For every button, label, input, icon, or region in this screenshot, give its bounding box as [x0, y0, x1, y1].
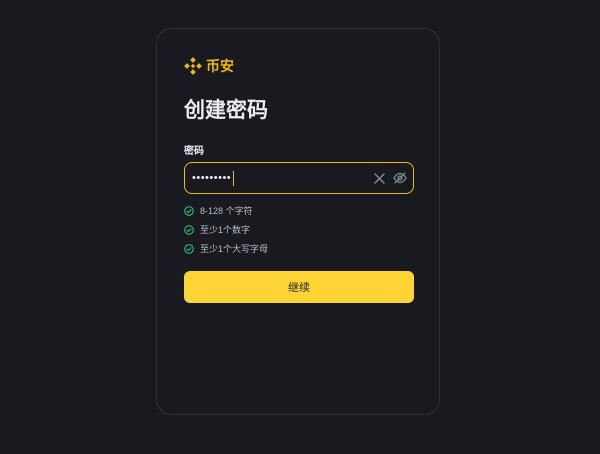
requirement-text: 至少1个数字 [200, 225, 251, 235]
page-title: 创建密码 [184, 99, 268, 122]
requirement-length: 8-128 个字符 [184, 205, 268, 217]
password-input[interactable]: ••••••••• [184, 162, 414, 194]
brand-name: 币安 [206, 58, 234, 74]
requirement-text: 8-128 个字符 [200, 206, 253, 216]
requirement-number: 至少1个数字 [184, 224, 268, 236]
requirement-uppercase: 至少1个大写字母 [184, 243, 268, 255]
password-masked-text: ••••••••• [192, 172, 232, 184]
password-value[interactable]: ••••••••• [192, 163, 235, 193]
check-circle-icon [184, 225, 194, 235]
password-label: 密码 [184, 146, 204, 157]
binance-logo: 币安 [184, 57, 234, 75]
check-circle-icon [184, 244, 194, 254]
binance-logo-icon [184, 57, 202, 75]
eye-off-icon[interactable] [393, 171, 407, 185]
password-requirements: 8-128 个字符 至少1个数字 至少1个大写字母 [184, 205, 268, 262]
check-circle-icon [184, 206, 194, 216]
text-caret [233, 170, 235, 186]
requirement-text: 至少1个大写字母 [200, 244, 269, 254]
close-icon[interactable] [372, 171, 386, 185]
continue-button[interactable]: 继续 [184, 271, 414, 303]
create-password-card: 币安 创建密码 密码 ••••••••• 8-128 个字符 至少1个数字 至少… [156, 28, 440, 415]
